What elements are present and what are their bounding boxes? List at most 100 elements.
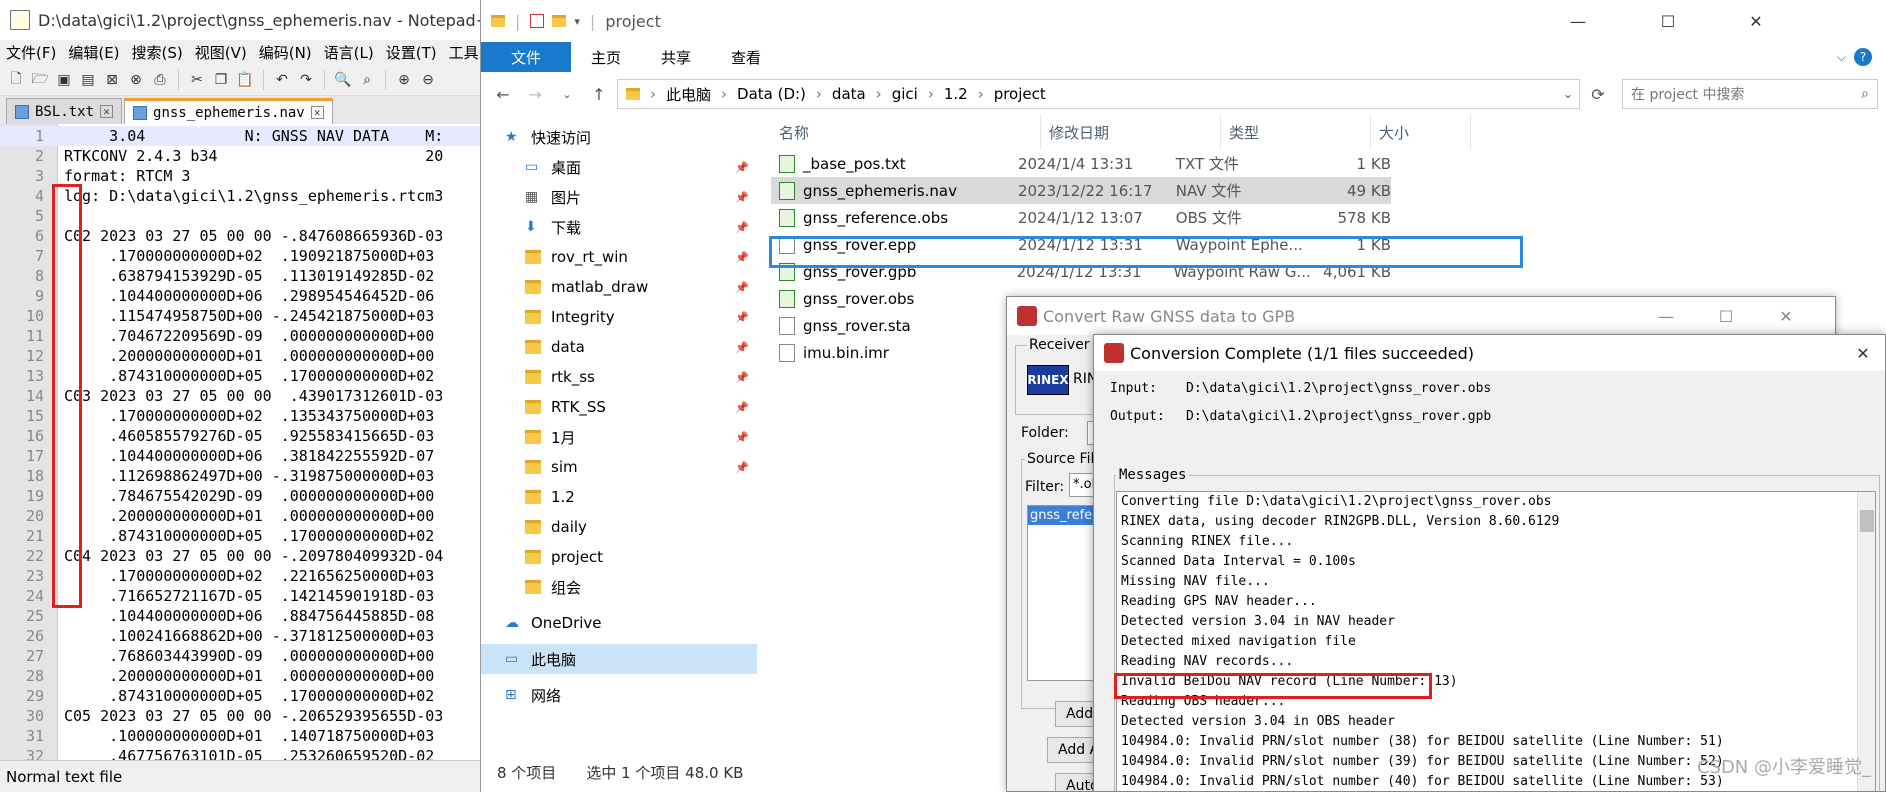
nav-item[interactable]: ☁ OneDrive [481, 608, 757, 638]
pin-icon[interactable]: 📌 [735, 281, 749, 294]
editor-line[interactable]: 27 .768603443990D-09 .000000000000D+00 [0, 646, 483, 666]
file-row[interactable]: gnss_ephemeris.nav 2023/12/22 16:17 NAV 文件… [771, 177, 1391, 204]
print-icon[interactable]: ⎙ [150, 70, 170, 90]
new-file-icon[interactable]: 🗋 [6, 70, 26, 90]
editor-line[interactable]: 25 .104400000000D+06 .884756445885D-08 [0, 606, 483, 626]
column-name[interactable]: 名称 [771, 114, 1041, 150]
nav-item[interactable]: ▭ 桌面 📌 [481, 152, 757, 182]
close-icon[interactable]: ✕ [1729, 0, 1783, 42]
close-tab-icon[interactable]: ✕ [310, 106, 324, 119]
menu-tools[interactable]: 工具 [449, 42, 479, 63]
close-tab-icon[interactable]: ✕ [100, 105, 114, 118]
minimize-icon[interactable]: — [1639, 297, 1693, 335]
menu-edit[interactable]: 编辑(E) [68, 42, 119, 63]
path-segment[interactable]: gici [892, 85, 918, 103]
tab-bsl[interactable]: BSL.txt ✕ [6, 98, 123, 124]
editor-line[interactable]: 1 3.04 N: GNSS NAV DATA M: [0, 126, 483, 146]
ribbon-tab-view[interactable]: 查看 [711, 42, 781, 72]
column-type[interactable]: 类型 [1221, 114, 1371, 150]
path-segment[interactable]: Data (D:) [737, 85, 806, 103]
pin-icon[interactable]: 📌 [735, 371, 749, 384]
rinex-logo[interactable]: RINEX [1027, 365, 1069, 395]
ribbon-tab-file[interactable]: 文件 [481, 42, 572, 72]
nav-item[interactable]: ⬇ 下载 📌 [481, 212, 757, 242]
pin-icon[interactable]: 📌 [735, 311, 749, 324]
menu-encoding[interactable]: 编码(N) [259, 42, 312, 63]
paste-icon[interactable]: 📋 [235, 70, 255, 90]
refresh-icon[interactable]: ⟳ [1584, 85, 1612, 104]
nav-item[interactable]: rtk_ss 📌 [481, 362, 757, 392]
nav-item[interactable]: Integrity 📌 [481, 302, 757, 332]
close-icon[interactable]: ✕ [1836, 335, 1885, 371]
nav-item[interactable]: ⊞ 网络 [481, 680, 757, 710]
close-all-icon[interactable]: ⊗ [126, 70, 146, 90]
nav-item[interactable]: data 📌 [481, 332, 757, 362]
close-icon[interactable]: ✕ [1759, 297, 1813, 335]
find-icon[interactable]: 🔍 [333, 70, 353, 90]
tab-gnss-ephemeris[interactable]: gnss_ephemeris.nav ✕ [124, 98, 333, 124]
nav-item[interactable]: ▭ 此电脑 [481, 644, 757, 674]
scrollbar-thumb[interactable] [1860, 510, 1874, 532]
new-folder-icon[interactable] [552, 15, 567, 27]
pin-icon[interactable]: 📌 [735, 341, 749, 354]
address-path[interactable]: › 此电脑 › Data (D:) › data › gici › 1.2 › … [617, 79, 1580, 109]
path-segment[interactable]: data [832, 85, 866, 103]
up-icon[interactable]: ↑ [585, 85, 613, 104]
file-row[interactable]: _base_pos.txt 2024/1/4 13:31 TXT 文件 1 KB [771, 150, 1391, 177]
maximize-icon[interactable]: ☐ [1641, 0, 1695, 42]
nav-item[interactable]: daily [481, 512, 757, 542]
zoom-in-icon[interactable]: ⊕ [394, 70, 414, 90]
replace-icon[interactable]: ⌕ [357, 70, 377, 90]
editor-line[interactable]: 30 C05 2023 03 27 05 00 00 -.206529395655… [0, 706, 483, 726]
cut-icon[interactable]: ✂ [187, 70, 207, 90]
save-all-icon[interactable]: ▤ [78, 70, 98, 90]
messages-scrollbar[interactable] [1857, 492, 1875, 791]
column-size[interactable]: 大小 [1371, 114, 1471, 150]
nav-item[interactable]: matlab_draw 📌 [481, 272, 757, 302]
nav-item[interactable]: 1月 📌 [481, 422, 757, 452]
pin-icon[interactable]: 📌 [735, 401, 749, 414]
nav-item[interactable]: 组会 [481, 572, 757, 602]
save-icon[interactable]: ▣ [54, 70, 74, 90]
menu-view[interactable]: 视图(V) [195, 42, 247, 63]
undo-icon[interactable]: ↶ [272, 70, 292, 90]
close-file-icon[interactable]: ⊠ [102, 70, 122, 90]
menu-search[interactable]: 搜索(S) [132, 42, 183, 63]
help-icon[interactable]: ? [1854, 48, 1872, 66]
properties-icon[interactable] [530, 14, 545, 28]
path-segment[interactable]: 此电脑 [666, 84, 711, 105]
pin-icon[interactable]: 📌 [735, 221, 749, 234]
editor-line[interactable]: 31 .100000000000D+01 .140718750000D+03 [0, 726, 483, 746]
file-row[interactable]: gnss_reference.obs 2024/1/12 13:07 OBS 文件 5… [771, 204, 1391, 231]
editor-line[interactable]: 2 RTKCONV 2.4.3 b34 20 [0, 146, 483, 166]
search-input[interactable]: 在 project 中搜索 ⌕ [1622, 79, 1878, 109]
qat-dropdown-icon[interactable]: ▾ [574, 15, 580, 28]
open-file-icon[interactable]: 🗁 [30, 70, 50, 90]
pin-icon[interactable]: 📌 [735, 461, 749, 474]
nav-item[interactable]: 1.2 [481, 482, 757, 512]
nav-item[interactable]: project [481, 542, 757, 572]
search-icon[interactable]: ⌕ [1861, 86, 1869, 102]
nav-item[interactable]: RTK_SS 📌 [481, 392, 757, 422]
back-icon[interactable]: ← [489, 85, 517, 104]
nav-item[interactable]: rov_rt_win 📌 [481, 242, 757, 272]
forward-icon[interactable]: → [521, 85, 549, 104]
copy-icon[interactable]: ❐ [211, 70, 231, 90]
menu-file[interactable]: 文件(F) [6, 42, 56, 63]
nav-item[interactable]: ★ 快速访问 [481, 122, 757, 152]
menu-language[interactable]: 语言(L) [324, 42, 374, 63]
recent-dropdown-icon[interactable]: ⌄ [553, 88, 581, 101]
messages-list[interactable]: Converting file D:\data\gici\1.2\project… [1116, 491, 1876, 791]
pin-icon[interactable]: 📌 [735, 191, 749, 204]
minimize-icon[interactable]: — [1551, 0, 1605, 42]
editor-line[interactable]: 28 .200000000000D+01 .000000000000D+00 [0, 666, 483, 686]
path-segment[interactable]: project [994, 85, 1046, 103]
ribbon-tab-home[interactable]: 主页 [571, 42, 641, 72]
ribbon-tab-share[interactable]: 共享 [641, 42, 711, 72]
path-dropdown-icon[interactable]: ⌄ [1563, 87, 1573, 101]
editor-line[interactable]: 3 format: RTCM 3 [0, 166, 483, 186]
menu-settings[interactable]: 设置(T) [386, 42, 437, 63]
ribbon-expand-icon[interactable]: ⌵ [1837, 50, 1846, 65]
column-date[interactable]: 修改日期 [1041, 114, 1221, 150]
editor-line[interactable]: 26 .100241668862D+00 -.371812500000D+03 [0, 626, 483, 646]
